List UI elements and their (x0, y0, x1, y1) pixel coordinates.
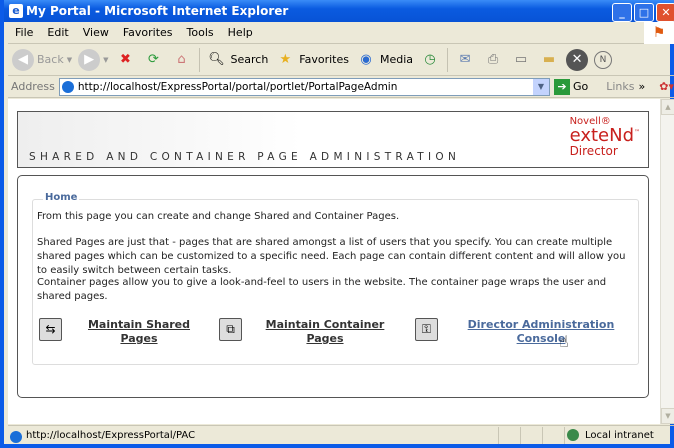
browser-window: e My Portal - Microsoft Internet Explore… (0, 0, 674, 448)
star-icon: ★ (279, 51, 292, 67)
title-bar: e My Portal - Microsoft Internet Explore… (4, 0, 674, 22)
scroll-up-button[interactable]: ▲ (661, 99, 674, 115)
links-label[interactable]: Links (606, 80, 634, 93)
print-icon[interactable]: ⎙ (482, 49, 504, 71)
director-admin-console-item: ⚿ Director Administration Console (415, 318, 616, 346)
menu-tools[interactable]: Tools (180, 22, 221, 44)
discuss-icon[interactable]: ▬ (538, 49, 560, 71)
favorites-button[interactable]: ★ Favorites (274, 49, 349, 71)
shared-pages-icon: ⇆ (39, 318, 62, 341)
address-label: Address (11, 80, 55, 93)
edit-icon[interactable]: ▭ (510, 49, 532, 71)
menu-help[interactable]: Help (221, 22, 260, 44)
status-bar: http://localhost/ExpressPortal/PAC Local… (8, 425, 674, 444)
address-bar: Address http://localhost/ExpressPortal/p… (8, 76, 674, 98)
menu-edit[interactable]: Edit (40, 22, 75, 44)
links-chevron[interactable]: » (639, 80, 646, 93)
search-icon: 🔍︎ (208, 51, 225, 67)
maximize-button[interactable]: □ (634, 3, 654, 22)
page-icon (10, 430, 22, 443)
vertical-scrollbar[interactable]: ▲ ▼ (660, 99, 674, 424)
divider (447, 47, 449, 72)
container-pages-icon: ⧉ (219, 318, 242, 341)
shared-pages-text: Shared Pages are just that - pages that … (37, 237, 626, 276)
novell-icon[interactable]: N (594, 50, 613, 69)
forward-arrow-icon: ▶ (78, 48, 101, 71)
admin-console-icon: ⚿ (415, 318, 438, 341)
menu-favorites[interactable]: Favorites (116, 22, 180, 44)
menu-bar: File Edit View Favorites Tools Help ⚑ (8, 22, 674, 44)
home-icon[interactable]: ⌂ (171, 49, 193, 71)
hand-cursor-icon: ☝ (559, 332, 569, 351)
messenger-icon[interactable]: ✕ (566, 48, 589, 71)
close-button[interactable]: ✕ (656, 3, 674, 22)
forward-button[interactable]: ▶ ▼ (78, 48, 109, 71)
menu-view[interactable]: View (76, 22, 116, 44)
go-button[interactable]: ➔ Go (553, 78, 588, 95)
windows-logo-icon: ⚑ (644, 22, 674, 44)
security-zone: Local intranet (564, 426, 674, 444)
window-title: My Portal - Microsoft Internet Explorer (26, 4, 289, 18)
address-input[interactable]: http://localhost/ExpressPortal/portal/po… (58, 77, 550, 96)
media-icon: ◉ (360, 51, 372, 67)
home-fieldset: Home From this page you can create and c… (32, 192, 639, 365)
maintain-shared-pages-link[interactable]: Maintain Shared Pages (84, 318, 194, 346)
extension-icon[interactable]: ✿▾ (659, 80, 674, 93)
menu-file[interactable]: File (8, 22, 40, 44)
home-legend: Home (43, 192, 80, 203)
go-arrow-icon: ➔ (553, 78, 570, 95)
refresh-icon[interactable]: ⟳ (143, 49, 165, 71)
status-cell (520, 426, 542, 444)
main-panel: Home From this page you can create and c… (17, 175, 649, 398)
stop-icon[interactable]: ✖ (115, 49, 137, 71)
status-text: http://localhost/ExpressPortal/PAC (8, 430, 498, 443)
toolbar: ◀ Back ▼ ▶ ▼ ✖ ⟳ ⌂ 🔍︎ Search ★ Favorites ◉ Med… (8, 44, 674, 76)
media-button[interactable]: ◉ Media (355, 49, 413, 71)
mail-icon[interactable]: ✉ (454, 49, 476, 71)
container-pages-text: Container pages allow you to give a look… (37, 277, 607, 302)
maintain-shared-pages-item: ⇆ Maintain Shared Pages (39, 318, 194, 346)
novell-logo: Novell® exteNd™ Director (569, 116, 640, 158)
status-cell (542, 426, 564, 444)
status-cell (498, 426, 520, 444)
intro-text: From this page you can create and change… (37, 211, 400, 222)
page-icon (61, 80, 74, 93)
minimize-button[interactable]: _ (612, 3, 632, 22)
divider (198, 47, 200, 72)
page-banner: SHARED AND CONTAINER PAGE ADMINISTRATION… (17, 111, 649, 168)
intranet-icon (567, 428, 579, 441)
back-arrow-icon: ◀ (12, 48, 34, 71)
maintain-container-pages-link[interactable]: Maintain Container Pages (260, 318, 390, 346)
back-button[interactable]: ◀ Back ▼ (12, 48, 72, 71)
scroll-down-button[interactable]: ▼ (661, 408, 674, 424)
ie-icon: e (9, 4, 23, 18)
search-button[interactable]: 🔍︎ Search (206, 49, 268, 71)
address-dropdown-icon[interactable]: ▼ (532, 78, 549, 95)
page-title: SHARED AND CONTAINER PAGE ADMINISTRATION (29, 151, 461, 163)
page-content: SHARED AND CONTAINER PAGE ADMINISTRATION… (8, 99, 660, 424)
history-icon[interactable]: ◷ (419, 49, 441, 71)
director-admin-console-link[interactable]: Director Administration Console (466, 318, 616, 346)
maintain-container-pages-item: ⧉ Maintain Container Pages (219, 318, 390, 346)
